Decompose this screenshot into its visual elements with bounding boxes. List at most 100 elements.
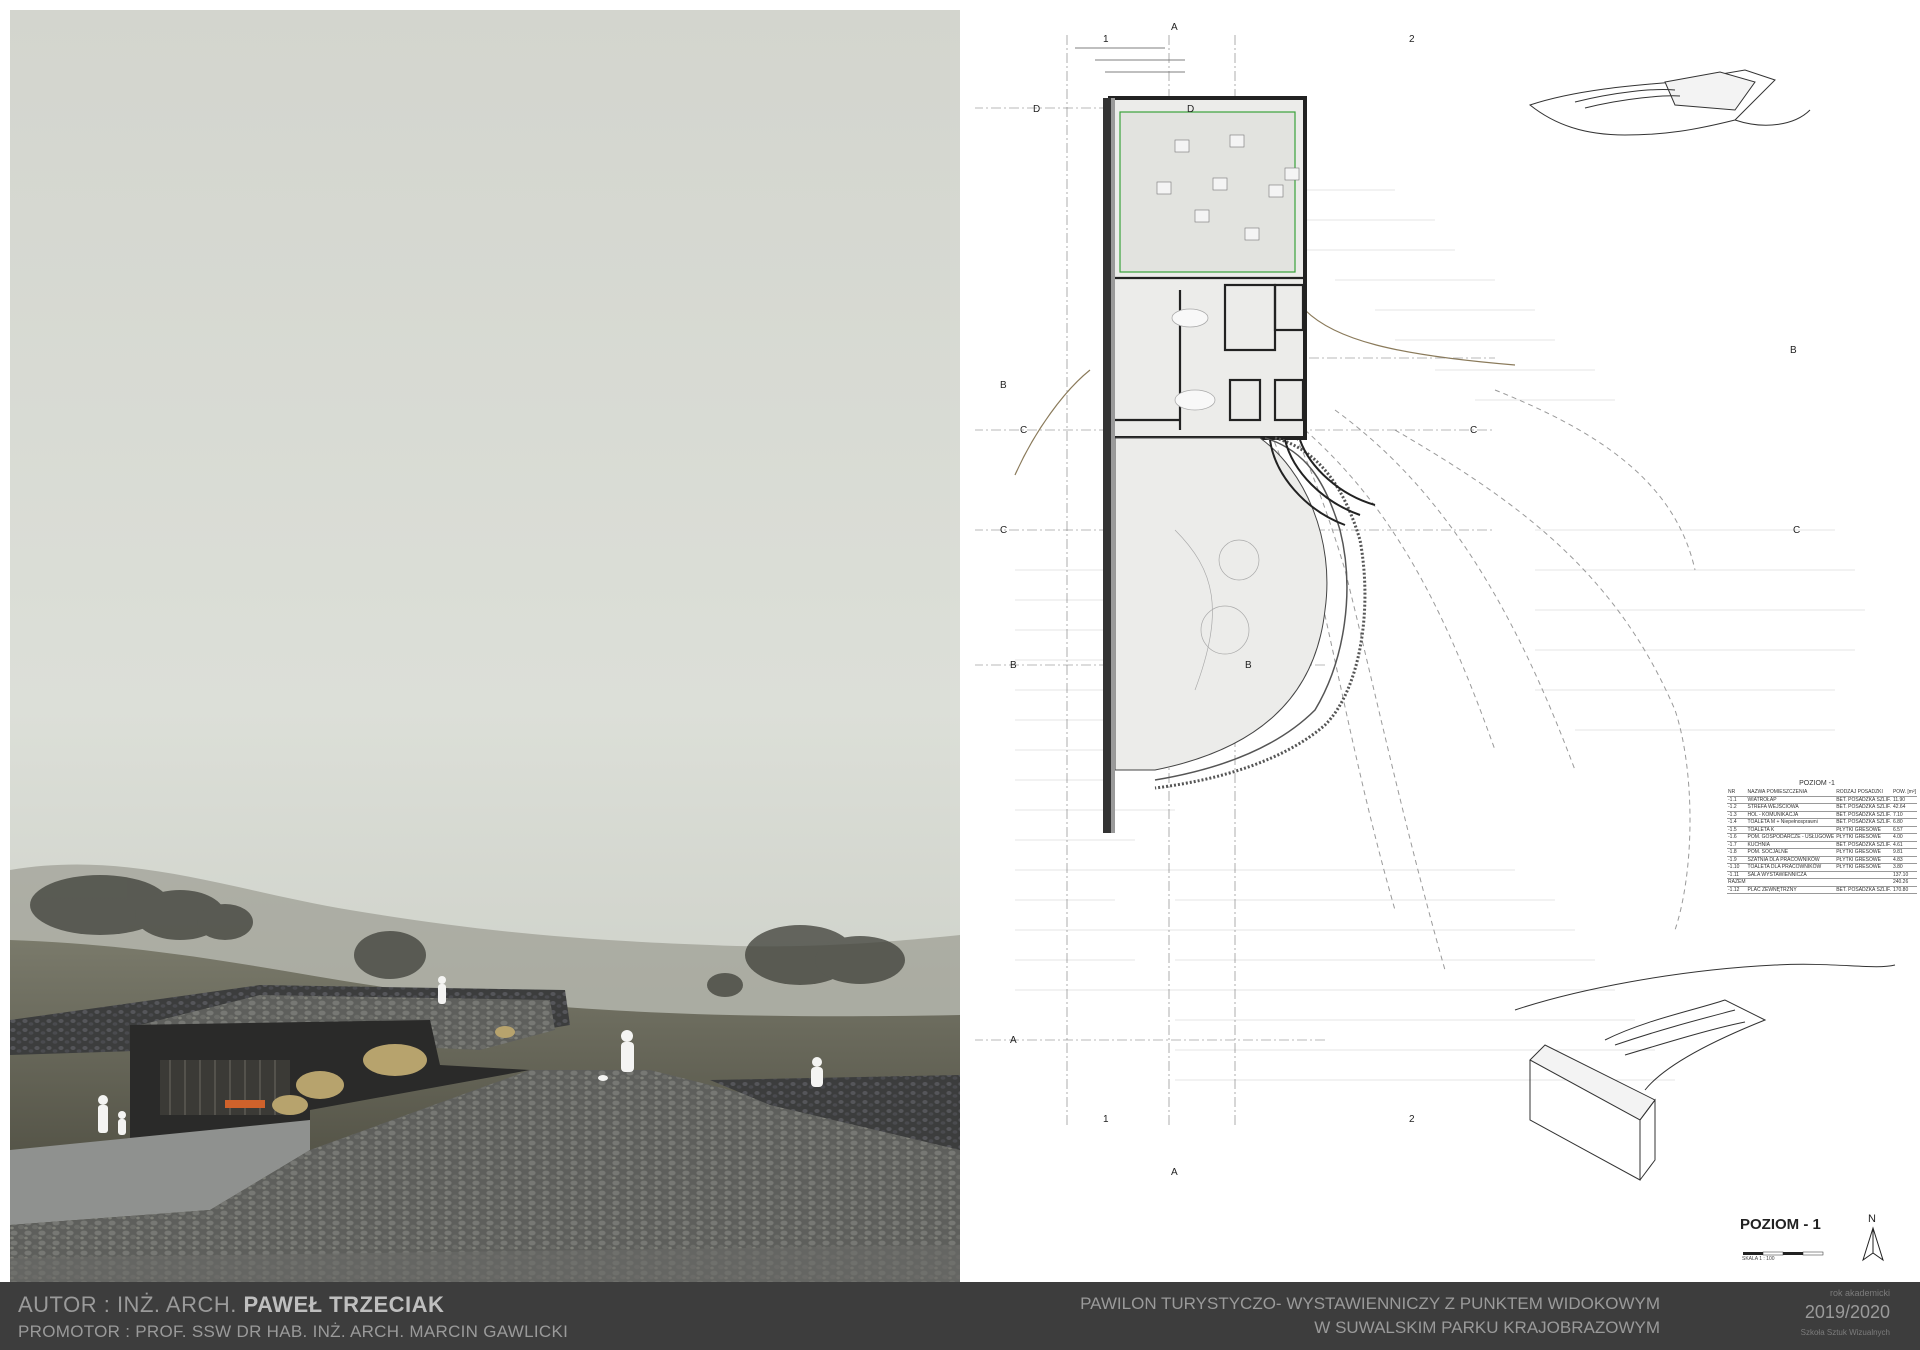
room-name: SALA WYSTAWIENNICZA xyxy=(1746,871,1836,879)
room-number: -1.10 xyxy=(1727,863,1747,872)
section-mark-b-left: B xyxy=(1000,380,1007,391)
room-area: 4.61 xyxy=(1891,841,1917,849)
room-schedule-row: -1.3 HOL - KOMUNIKACJA BET. POSADZKA SZLIF… xyxy=(1727,811,1917,819)
room-area: 3.80 xyxy=(1891,863,1917,872)
floor-finish xyxy=(1835,871,1892,879)
room-name: HOL - KOMUNIKACJA xyxy=(1746,811,1836,819)
axis-mark-2-top: 2 xyxy=(1409,34,1415,45)
scale-label: SKALA 1 : 100 xyxy=(1742,1256,1775,1262)
room-schedule-total: RAZEM 240.26 xyxy=(1727,878,1917,887)
room-name: POM. GOSPODARCZE - USŁUGOWE xyxy=(1746,833,1836,842)
room-schedule-extra: -1.12 PLAC ZEWNĘTRZNY BET. POSADZKA SZLI… xyxy=(1727,886,1917,894)
room-number: -1.8 xyxy=(1727,848,1747,857)
room-name: TOALETA K xyxy=(1746,826,1836,834)
section-mark-a-bottom: A xyxy=(1171,1167,1178,1178)
room-name: TOALETA DLA PRACOWNIKÓW xyxy=(1746,863,1836,872)
room-name: POM. SOCJALNE xyxy=(1746,848,1836,857)
academic-year: 2019/2020 xyxy=(1804,1302,1890,1322)
promotor-line: PROMOTOR : PROF. SSW DR HAB. INŻ. ARCH. … xyxy=(18,1322,569,1341)
section-mark-b2-right: B xyxy=(1245,660,1252,671)
room-schedule-row: -1.11 SALA WYSTAWIENNICZA 137.10 xyxy=(1727,871,1917,879)
axis-mark-1-top: 1 xyxy=(1103,34,1109,45)
room-area: 7.10 xyxy=(1891,811,1917,819)
project-title-line2: W SUWALSKIM PARKU KRAJOBRAZOWYM xyxy=(1314,1318,1660,1337)
floor-finish: PŁYTKI GRESOWE xyxy=(1835,826,1892,834)
section-mark-b2-left: B xyxy=(1010,660,1017,671)
room-schedule-row: -1.9 SZATNIA DLA PRACOWNIKÓW PŁYTKI GRESOW… xyxy=(1727,856,1917,864)
total-label: RAZEM xyxy=(1727,878,1747,887)
room-schedule-header: NR NAZWA POMIESZCZENIA RODZAJ POSADZKI P… xyxy=(1727,789,1917,797)
section-mark-a-top: A xyxy=(1171,22,1178,33)
room-schedule-title: POZIOM -1 xyxy=(1799,780,1835,787)
total-value: 240.26 xyxy=(1891,878,1917,887)
room-schedule-row: -1.1 WIATROŁAP BET. POSADZKA SZLIF. 11.90 xyxy=(1727,796,1917,804)
title-block-footer: AUTOR : INŻ. ARCH. PAWEŁ TRZECIAK PROMOT… xyxy=(0,1282,1920,1350)
section-mark-a-left: A xyxy=(1010,1035,1017,1046)
room-schedule-row: -1.5 TOALETA K PŁYTKI GRESOWE 6.57 xyxy=(1727,826,1917,834)
room-number: -1.11 xyxy=(1727,871,1747,879)
header-floor: RODZAJ POSADZKI xyxy=(1835,789,1892,797)
visualization-render xyxy=(10,10,960,1282)
axis-mark-1-bottom: 1 xyxy=(1103,1114,1109,1125)
room-area: 11.90 xyxy=(1891,796,1917,804)
section-mark-d-right: D xyxy=(1187,104,1194,115)
room-area: 137.10 xyxy=(1891,871,1917,879)
school-name: Szkoła Sztuk Wizualnych xyxy=(1800,1328,1890,1337)
room-number: -1.9 xyxy=(1727,856,1747,864)
level-label: POZIOM - 1 xyxy=(1740,1216,1821,1233)
room-number: -1.5 xyxy=(1727,826,1747,834)
north-letter: N xyxy=(1868,1213,1876,1225)
floor-finish: PŁYTKI GRESOWE xyxy=(1835,848,1892,857)
room-number: -1.3 xyxy=(1727,811,1747,819)
section-mark-c2-right: C xyxy=(1793,525,1800,536)
room-area: 6.80 xyxy=(1891,818,1917,827)
floor-finish: BET. POSADZKA SZLIF. xyxy=(1835,818,1892,827)
room-schedule-table: POZIOM -1 NR NAZWA POMIESZCZENIA RODZAJ … xyxy=(1727,780,1917,894)
room-number: -1.6 xyxy=(1727,833,1747,842)
author-name: PAWEŁ TRZECIAK xyxy=(243,1292,445,1317)
extra-name: PLAC ZEWNĘTRZNY xyxy=(1746,886,1836,894)
header-area: POW. [m²] xyxy=(1891,789,1917,797)
room-schedule-row: -1.7 KUCHNIA BET. POSADZKA SZLIF. 4.61 xyxy=(1727,841,1917,849)
floor-finish: PŁYTKI GRESOWE xyxy=(1835,856,1892,864)
floor-finish: PŁYTKI GRESOWE xyxy=(1835,833,1892,842)
extra-area: 170.80 xyxy=(1891,886,1917,894)
floor-finish: BET. POSADZKA SZLIF. xyxy=(1835,796,1892,804)
room-area: 9.81 xyxy=(1891,848,1917,857)
room-schedule-row: -1.10 TOALETA DLA PRACOWNIKÓW PŁYTKI GRESO… xyxy=(1727,863,1917,872)
section-mark-d-left: D xyxy=(1033,104,1040,115)
scale-bar xyxy=(1743,1251,1824,1256)
render-image xyxy=(10,10,960,1282)
project-title-line1: PAWILON TURYSTYCZO- WYSTAWIENNICZY Z PUN… xyxy=(1080,1294,1660,1313)
header-nr: NR xyxy=(1727,789,1747,797)
room-name: STREFA WEJŚCIOWA xyxy=(1746,803,1836,812)
room-schedule-row: -1.8 POM. SOCJALNE PŁYTKI GRESOWE 9.81 xyxy=(1727,848,1917,857)
room-schedule-row: -1.6 POM. GOSPODARCZE - USŁUGOWE PŁYTKI GR… xyxy=(1727,833,1917,842)
room-schedule-row: -1.2 STREFA WEJŚCIOWA BET. POSADZKA SZLIF.… xyxy=(1727,803,1917,812)
room-name: TOALETA M + Niepełnosprawni xyxy=(1746,818,1836,827)
author-line: AUTOR : INŻ. ARCH. PAWEŁ TRZECIAK xyxy=(18,1292,444,1318)
floor-finish: BET. POSADZKA SZLIF. xyxy=(1835,841,1892,849)
room-area: 4.00 xyxy=(1891,833,1917,842)
extra-nr: -1.12 xyxy=(1727,886,1747,894)
room-number: -1.2 xyxy=(1727,803,1747,812)
floor-finish: PŁYTKI GRESOWE xyxy=(1835,863,1892,872)
room-name: KUCHNIA xyxy=(1746,841,1836,849)
room-name: SZATNIA DLA PRACOWNIKÓW xyxy=(1746,856,1836,864)
room-name: WIATROŁAP xyxy=(1746,796,1836,804)
section-mark-c-left: C xyxy=(1020,425,1027,436)
room-area: 4.83 xyxy=(1891,856,1917,864)
room-number: -1.1 xyxy=(1727,796,1747,804)
semester-label: rok akademicki xyxy=(1829,1288,1890,1298)
room-area: 6.57 xyxy=(1891,826,1917,834)
room-number: -1.4 xyxy=(1727,818,1747,827)
section-mark-b-right: B xyxy=(1790,345,1797,356)
room-schedule-row: -1.4 TOALETA M + Niepełnosprawni BET. POSA… xyxy=(1727,818,1917,827)
header-name: NAZWA POMIESZCZENIA xyxy=(1746,789,1836,797)
floor-finish: BET. POSADZKA SZLIF. xyxy=(1835,811,1892,819)
author-prefix: AUTOR : INŻ. ARCH. xyxy=(18,1292,237,1317)
extra-floor: BET. POSADZKA SZLIF. xyxy=(1835,886,1892,894)
room-number: -1.7 xyxy=(1727,841,1747,849)
floor-finish: BET. POSADZKA SZLIF. xyxy=(1835,803,1892,812)
floor-plan-svg: D D B B C C C C B B A A A 1 2 1 2 xyxy=(975,10,1910,1282)
